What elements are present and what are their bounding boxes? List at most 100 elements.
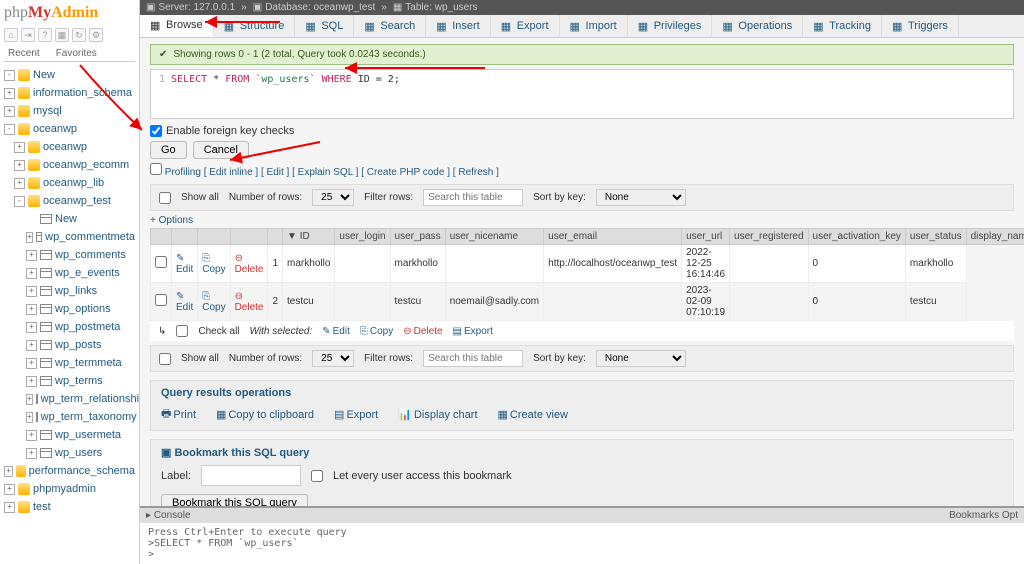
sort-select[interactable]: None xyxy=(596,189,686,206)
tree-item-wp_links[interactable]: +wp_links xyxy=(4,282,135,300)
row-edit-button[interactable]: ✎ Edit xyxy=(176,291,193,313)
row-copy-button[interactable]: ⎘ Copy xyxy=(202,253,225,275)
refresh-link[interactable]: Refresh xyxy=(458,167,493,178)
tree-item-wp_users[interactable]: +wp_users xyxy=(4,444,135,462)
console-title[interactable]: ▸ Console xyxy=(146,510,191,521)
tree-item-wp_e_events[interactable]: +wp_e_events xyxy=(4,264,135,282)
tree-item-performance_schema[interactable]: +performance_schema xyxy=(4,462,135,480)
tab-structure[interactable]: ▦Structure xyxy=(214,15,296,37)
expand-icon[interactable]: + xyxy=(4,106,15,117)
sort-select-2[interactable]: None xyxy=(596,350,686,367)
col-user_registered[interactable]: user_registered xyxy=(730,229,808,245)
bookmark-input[interactable] xyxy=(201,465,301,486)
show-all-checkbox-2[interactable] xyxy=(159,353,171,365)
bulk-copy-button[interactable]: ⎘ Copy xyxy=(360,326,393,337)
bulk-export-button[interactable]: ▤ Export xyxy=(453,326,493,337)
num-rows-select[interactable]: 25 xyxy=(312,189,354,206)
reload-icon[interactable]: ↻ xyxy=(72,28,86,42)
expand-icon[interactable]: + xyxy=(4,502,15,513)
crumb-server[interactable]: ▣ Server: 127.0.0.1 xyxy=(146,2,235,13)
col-user_activation_key[interactable]: user_activation_key xyxy=(808,229,905,245)
col-user_url[interactable]: user_url xyxy=(682,229,730,245)
filter-input[interactable] xyxy=(423,189,523,206)
tab-sql[interactable]: ▦SQL xyxy=(295,15,354,37)
explain-sql-link[interactable]: Explain SQL xyxy=(298,167,353,178)
bulk-delete-button[interactable]: ⊖ Delete xyxy=(403,326,442,337)
export-button[interactable]: ▤ Export xyxy=(334,405,378,424)
col-user_nicename[interactable]: user_nicename xyxy=(445,229,543,245)
show-all-checkbox[interactable] xyxy=(159,192,171,204)
tree-item-oceanwp_ecomm[interactable]: +oceanwp_ecomm xyxy=(4,156,135,174)
crumb-table[interactable]: ▦ Table: wp_users xyxy=(393,2,478,13)
recent-tab[interactable]: Recent xyxy=(4,46,44,61)
tree-item-wp_commentmeta[interactable]: +wp_commentmeta xyxy=(4,228,135,246)
tab-browse[interactable]: ▦Browse xyxy=(140,15,214,37)
tree-item-test[interactable]: +test xyxy=(4,498,135,516)
expand-icon[interactable]: - xyxy=(4,124,15,135)
tree-item-information_schema[interactable]: +information_schema xyxy=(4,84,135,102)
logout-icon[interactable]: ⇥ xyxy=(21,28,35,42)
favorites-tab[interactable]: Favorites xyxy=(52,46,101,61)
tab-privileges[interactable]: ▦Privileges xyxy=(628,15,713,37)
tab-tracking[interactable]: ▦Tracking xyxy=(803,15,882,37)
print-button[interactable]: 🖶 Print xyxy=(161,405,196,424)
tree-item-oceanwp[interactable]: +oceanwp xyxy=(4,138,135,156)
col-user_login[interactable]: user_login xyxy=(335,229,390,245)
tree-item-wp_term_taxonomy[interactable]: +wp_term_taxonomy xyxy=(4,408,135,426)
tree-item-wp_comments[interactable]: +wp_comments xyxy=(4,246,135,264)
expand-icon[interactable]: + xyxy=(26,376,37,387)
cancel-button[interactable]: Cancel xyxy=(193,141,249,159)
sql-icon[interactable]: ▦ xyxy=(55,28,69,42)
expand-icon[interactable]: + xyxy=(14,178,25,189)
expand-icon[interactable]: + xyxy=(26,394,33,405)
tab-export[interactable]: ▦Export xyxy=(491,15,560,37)
expand-icon[interactable]: + xyxy=(4,88,15,99)
expand-icon[interactable]: + xyxy=(4,466,13,477)
copy-clipboard-button[interactable]: ▦ Copy to clipboard xyxy=(216,405,314,424)
col-user_email[interactable]: user_email xyxy=(544,229,682,245)
expand-icon[interactable]: + xyxy=(26,322,37,333)
console-links[interactable]: Bookmarks Opt xyxy=(949,510,1018,521)
row-copy-button[interactable]: ⎘ Copy xyxy=(202,291,225,313)
tab-import[interactable]: ▦Import xyxy=(560,15,628,37)
tab-search[interactable]: ▦Search xyxy=(354,15,426,37)
expand-icon[interactable]: + xyxy=(26,304,37,315)
expand-icon[interactable]: + xyxy=(26,358,37,369)
expand-icon[interactable]: + xyxy=(26,412,33,423)
tree-item-mysql[interactable]: +mysql xyxy=(4,102,135,120)
tree-item-New[interactable]: -New xyxy=(4,66,135,84)
tree-item-wp_term_relationships[interactable]: +wp_term_relationships xyxy=(4,390,135,408)
expand-icon[interactable]: + xyxy=(4,484,15,495)
col-user_pass[interactable]: user_pass xyxy=(390,229,445,245)
tree-item-wp_usermeta[interactable]: +wp_usermeta xyxy=(4,426,135,444)
create-view-button[interactable]: ▦ Create view xyxy=(498,405,568,424)
row-delete-button[interactable]: ⊖ Delete xyxy=(235,253,264,275)
tree-item-phpmyadmin[interactable]: +phpmyadmin xyxy=(4,480,135,498)
expand-icon[interactable]: + xyxy=(26,448,37,459)
expand-icon[interactable]: - xyxy=(4,70,15,81)
row-delete-button[interactable]: ⊖ Delete xyxy=(235,291,264,313)
expand-icon[interactable]: + xyxy=(26,286,37,297)
expand-icon[interactable]: + xyxy=(14,160,25,171)
home-icon[interactable]: ⌂ xyxy=(4,28,18,42)
tab-triggers[interactable]: ▦Triggers xyxy=(882,15,959,37)
tree-item-wp_postmeta[interactable]: +wp_postmeta xyxy=(4,318,135,336)
tree-item-oceanwp_lib[interactable]: +oceanwp_lib xyxy=(4,174,135,192)
row-checkbox[interactable] xyxy=(155,256,167,268)
console-sql[interactable]: >SELECT * FROM `wp_users` xyxy=(148,538,1016,549)
expand-icon[interactable]: + xyxy=(26,430,37,441)
filter-input-2[interactable] xyxy=(423,350,523,367)
check-all-checkbox[interactable] xyxy=(176,325,188,337)
profiling-checkbox[interactable] xyxy=(150,163,162,175)
tab-operations[interactable]: ▦Operations xyxy=(712,15,803,37)
go-button[interactable]: Go xyxy=(150,141,187,159)
options-toggle[interactable]: + Options xyxy=(150,215,1014,226)
console-prompt[interactable]: > xyxy=(148,549,1016,560)
edit-inline-link[interactable]: Edit inline xyxy=(209,167,252,178)
expand-icon[interactable]: + xyxy=(14,142,25,153)
col-user_status[interactable]: user_status xyxy=(905,229,966,245)
col-ID[interactable]: ▼ ID xyxy=(283,229,335,245)
tree-item-wp_termmeta[interactable]: +wp_termmeta xyxy=(4,354,135,372)
tab-insert[interactable]: ▦Insert xyxy=(426,15,491,37)
expand-icon[interactable]: - xyxy=(14,196,25,207)
